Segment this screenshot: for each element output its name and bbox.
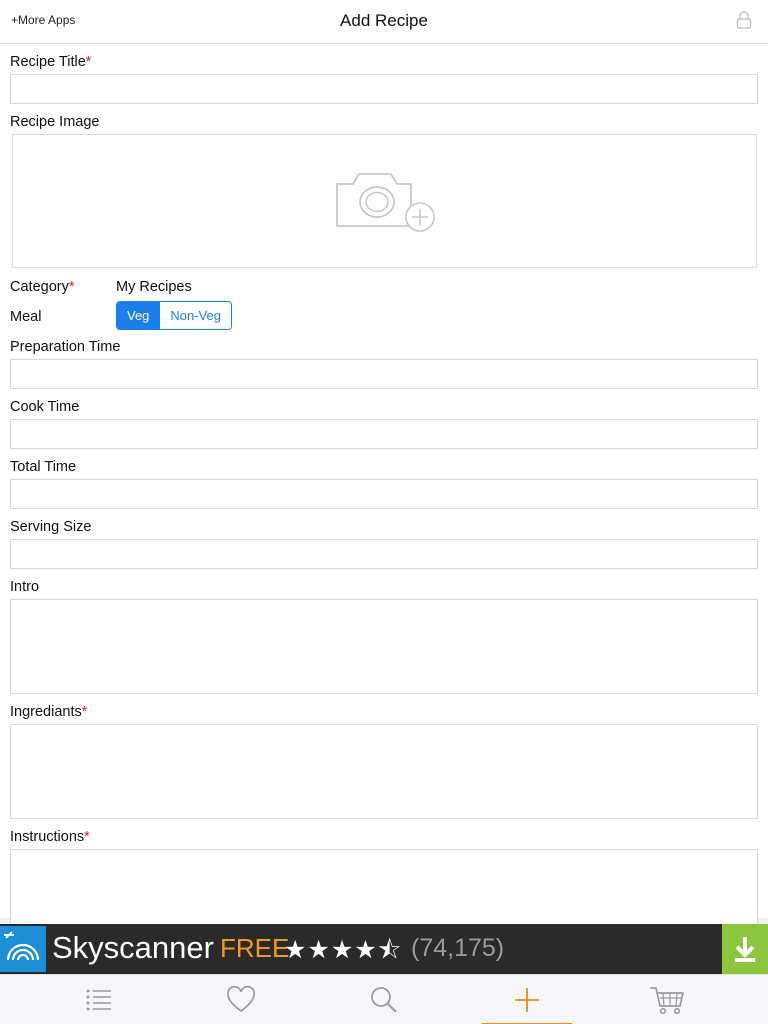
required-mark: * [84,829,90,845]
search-icon [371,987,397,1013]
ingredients-textarea[interactable] [10,724,758,819]
recipe-title-input[interactable] [10,74,758,104]
tab-recipes-list[interactable] [54,975,144,1024]
ad-rating-count: (74,175) [411,934,505,962]
tab-add-recipe[interactable] [482,975,572,1024]
tab-shopping-cart[interactable] [622,975,712,1024]
recipe-image-label: Recipe Image [10,114,100,130]
required-mark: * [81,704,88,720]
serving-size-label: Serving Size [10,519,92,535]
skyscanner-logo [0,926,46,972]
page-title: Add Recipe [340,11,428,30]
ad-banner[interactable]: Skyscanner FREE ★★★★⯪ (74,175) [0,924,768,974]
meal-segmented-control: Veg Non-Veg [116,301,233,330]
tab-favorites[interactable] [196,975,286,1024]
preparation-time-input[interactable] [10,359,758,389]
download-icon [735,937,755,962]
nav-bar: +More Apps Add Recipe [0,0,768,44]
ad-app-name: Skyscanner [52,930,214,965]
recipe-image-picker[interactable] [12,134,757,268]
ingredients-label: Ingrediants* [10,704,88,720]
cook-time-input[interactable] [10,419,758,449]
ad-price: FREE [220,933,290,963]
total-time-input[interactable] [10,479,758,509]
meal-label: Meal [10,309,42,325]
tab-search[interactable] [339,975,429,1024]
intro-label: Intro [10,579,40,595]
required-mark: * [68,279,75,295]
cart-icon [650,987,684,1015]
recipe-form: Recipe Title* Recipe Image Category* My … [0,44,768,929]
lock-icon[interactable] [736,11,752,29]
list-icon [86,989,111,1011]
required-mark: * [85,54,92,70]
add-photo-camera-icon [336,173,435,232]
plus-icon [515,988,539,1012]
recipe-title-label: Recipe Title* [10,54,92,70]
ad-rating-stars: ★★★★⯪ [284,936,403,964]
ad-download-button[interactable] [722,924,768,974]
skyscanner-logo-icon [4,931,40,961]
category-label: Category* [10,279,75,295]
category-value[interactable]: My Recipes [116,279,192,295]
meal-option-non-veg[interactable]: Non-Veg [159,302,232,329]
tab-bar [0,974,768,1024]
serving-size-input[interactable] [10,539,758,569]
cook-time-label: Cook Time [10,399,80,415]
heart-icon [227,986,255,1013]
meal-option-veg[interactable]: Veg [117,302,160,329]
instructions-textarea[interactable] [10,849,758,929]
instructions-label: Instructions* [10,829,90,845]
preparation-time-label: Preparation Time [10,339,121,355]
intro-textarea[interactable] [10,599,758,694]
total-time-label: Total Time [10,459,77,475]
